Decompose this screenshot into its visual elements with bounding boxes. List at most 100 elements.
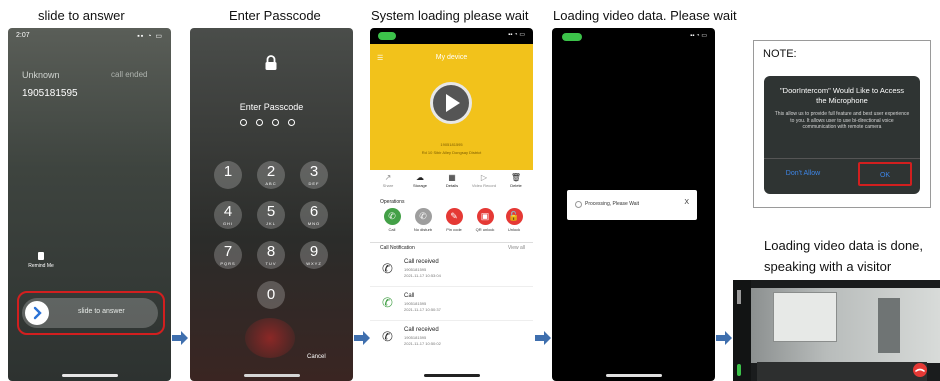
record-time: 2021-11-17 10:53:04	[404, 273, 441, 278]
slide-handle[interactable]	[25, 301, 49, 325]
tab-details[interactable]: ▦ Details	[438, 173, 466, 188]
notification-header: Call Notification View all	[370, 242, 533, 253]
tab-label: Video Record	[471, 183, 497, 188]
home-indicator	[61, 374, 118, 377]
share-icon: ↗	[384, 173, 392, 182]
caption-system-loading: System loading please wait	[371, 8, 529, 23]
dialog-body: This allow us to provide full feature an…	[774, 111, 910, 130]
processing-screen: ▪▪ ◔ ▭ Processing, Please Wait X	[552, 28, 715, 381]
cloud-icon: ☁	[416, 173, 424, 182]
op-label: Call	[388, 227, 396, 232]
tab-share[interactable]: ↗ Share	[374, 173, 402, 188]
operations-label: Operations	[380, 199, 405, 205]
action-tabs: ↗ Share ☁ Storage ▦ Details ▷ Video Reco…	[370, 170, 533, 194]
caller-name: Unknown	[22, 70, 60, 80]
dialog-title: "DoorIntercom" Would Like to Access the …	[780, 86, 904, 105]
pencil-icon: ✎	[445, 208, 463, 225]
key-6[interactable]: 6 MNO	[300, 201, 328, 229]
record-id: 1905181595	[404, 335, 427, 340]
slide-to-answer-track[interactable]: slide to answer	[22, 298, 158, 328]
passcode-screen: Enter Passcode 1 2 ABC 3 DEF 4 GHI 5 JKL 6 MN…	[190, 28, 353, 381]
red-glow	[245, 318, 295, 358]
record-id: 1905181595	[404, 267, 427, 272]
key-1[interactable]: 1	[214, 161, 242, 189]
hang-up-button[interactable]	[913, 363, 927, 377]
video-icon: ▷	[480, 173, 488, 182]
tab-delete[interactable]: 🗑 Delete	[502, 173, 530, 188]
tab-label: Share	[382, 183, 394, 188]
key-4[interactable]: 4 GHI	[214, 201, 242, 229]
remind-me-label: Remind Me	[28, 263, 54, 269]
permission-dialog: "DoorIntercom" Would Like to Access the …	[764, 76, 920, 194]
call-record[interactable]: ✆ Call received 1905181595 2021-11-17 10…	[370, 324, 533, 354]
caption-loading-video: Loading video data. Please wait	[553, 8, 737, 23]
tab-label: Details	[445, 183, 459, 188]
note-box: NOTE: "DoorIntercom" Would Like to Acces…	[753, 40, 931, 208]
call-record[interactable]: ✆ Call 1905181595 2021-11-17 10:50:37	[370, 290, 533, 321]
caption-slide-to-answer: slide to answer	[38, 8, 125, 23]
tab-video-record[interactable]: ▷ Video Record	[470, 173, 498, 188]
cancel-button[interactable]: Cancel	[307, 354, 326, 360]
caption-enter-passcode: Enter Passcode	[229, 8, 321, 23]
key-8[interactable]: 8 TUV	[257, 241, 285, 269]
op-pin-code[interactable]: ✎ Pin code	[441, 208, 467, 232]
caption-video-done: Loading video data is done,	[764, 238, 924, 253]
op-label: Unlock	[507, 227, 521, 232]
hang-up-icon	[915, 368, 925, 372]
record-title: Call	[404, 293, 415, 299]
call-pill	[378, 32, 396, 40]
video-side-bar	[733, 280, 751, 381]
op-label: No disturb	[413, 227, 433, 232]
key-3[interactable]: 3 DEF	[300, 161, 328, 189]
key-7[interactable]: 7 PQRS	[214, 241, 242, 269]
mute-icon: ✆	[414, 208, 432, 225]
caption-speaking-visitor: speaking with a visitor	[764, 259, 892, 274]
chevron-right-icon	[33, 306, 42, 320]
view-all-link[interactable]: View all	[508, 245, 525, 251]
passcode-dots	[240, 119, 300, 127]
video-call-view	[733, 280, 940, 381]
phone-icon: ✆	[382, 295, 393, 310]
device-id: 1905181595	[440, 142, 463, 147]
processing-dialog: Processing, Please Wait X	[567, 190, 697, 220]
tab-label: Storage	[412, 183, 427, 188]
grid-icon: ▦	[448, 173, 456, 182]
ok-label: OK	[879, 172, 891, 179]
window-blind	[773, 292, 837, 342]
lock-icon	[265, 55, 277, 70]
operations-row: ✆ Call ✆ No disturb ✎ Pin code ▣ QR unlo…	[370, 208, 533, 238]
record-id: 1905181595	[404, 301, 427, 306]
op-unlock[interactable]: 🔓 Unlock	[501, 208, 527, 232]
alarm-icon	[38, 252, 44, 260]
record-time: 2021-11-17 10:50:37	[404, 307, 441, 312]
call-pill	[562, 33, 582, 41]
home-indicator	[243, 374, 300, 377]
dont-allow-button[interactable]: Don't Allow	[774, 170, 832, 177]
trash-icon: 🗑	[510, 173, 522, 182]
op-call[interactable]: ✆ Call	[379, 208, 405, 232]
phone-icon: ✆	[383, 208, 401, 225]
call-active-indicator	[737, 364, 741, 376]
unlock-icon: 🔓	[505, 208, 523, 225]
home-indicator	[605, 374, 662, 377]
close-button[interactable]: X	[684, 199, 689, 206]
qr-icon: ▣	[476, 208, 494, 225]
play-button[interactable]	[430, 82, 472, 124]
slide-label: slide to answer	[78, 308, 125, 315]
call-record[interactable]: ✆ Call received 1905181595 2021-11-17 10…	[370, 256, 533, 287]
op-no-disturb[interactable]: ✆ No disturb	[410, 208, 436, 232]
record-title: Call received	[404, 259, 439, 265]
op-qr-unlock[interactable]: ▣ QR unlock	[472, 208, 498, 232]
tab-storage[interactable]: ☁ Storage	[406, 173, 434, 188]
key-2[interactable]: 2 ABC	[257, 161, 285, 189]
signal-icons: ▪▪ ◔ ▭	[508, 32, 525, 38]
remind-me-button[interactable]: Remind Me	[26, 252, 56, 269]
key-5[interactable]: 5 JKL	[257, 201, 285, 229]
side-menu-icon[interactable]	[737, 290, 741, 304]
device-header: ☰ My device 1905181595 Rd 10 Sibir Alley…	[370, 44, 533, 170]
ok-button[interactable]: OK	[858, 162, 912, 186]
signal-icons: ▪▪ ◔ ▭	[137, 33, 163, 40]
top-black-bar: ▪▪ ◔ ▭	[370, 28, 533, 44]
key-9[interactable]: 9 WXYZ	[300, 241, 328, 269]
key-0[interactable]: 0	[257, 281, 285, 309]
